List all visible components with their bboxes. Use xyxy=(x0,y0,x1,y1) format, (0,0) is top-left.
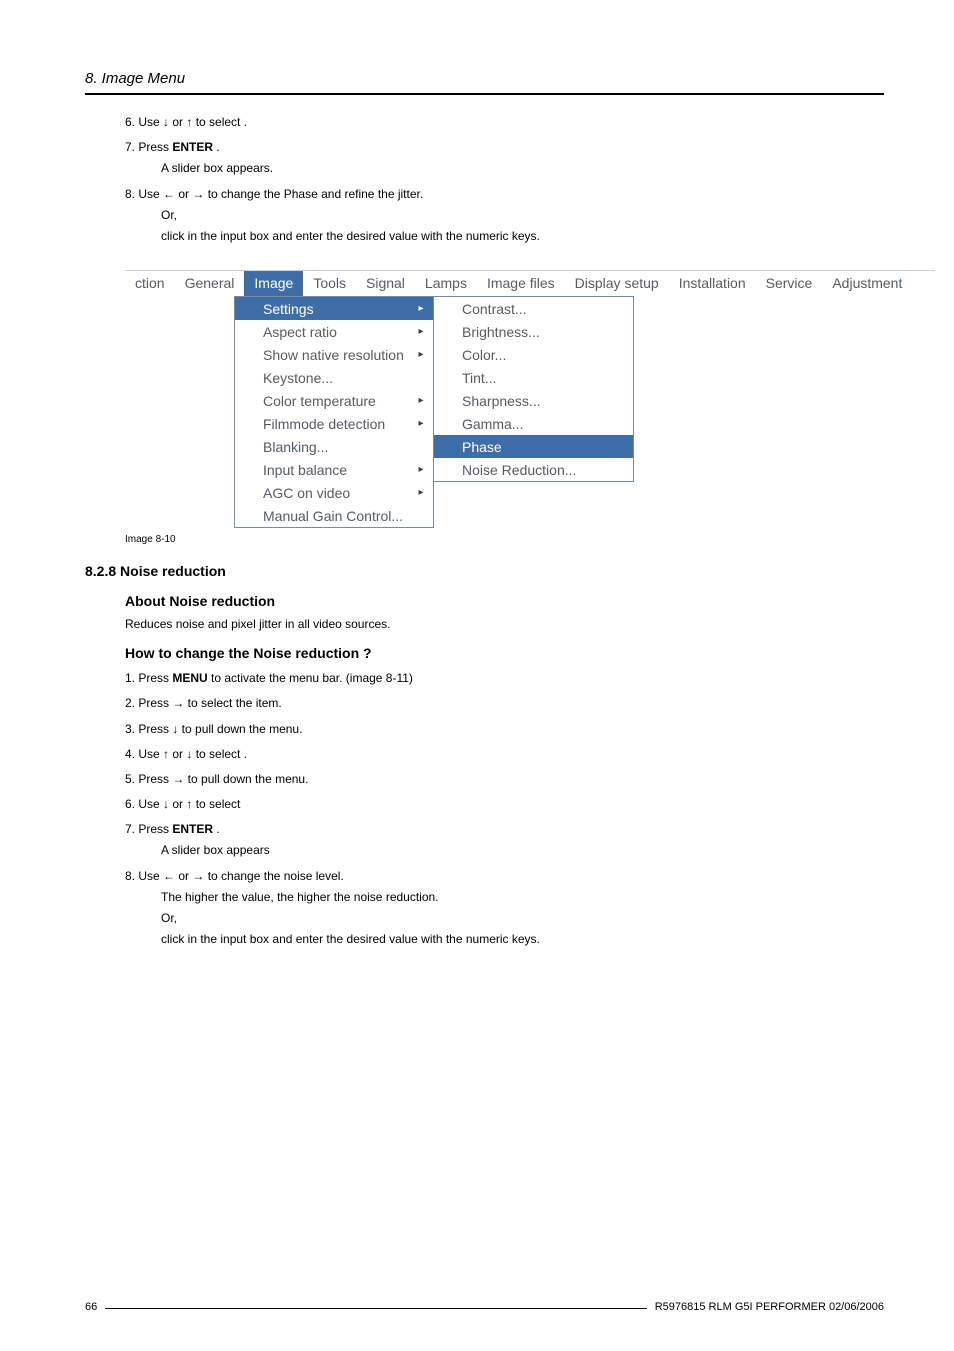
item-label: Show native resolution xyxy=(261,347,413,363)
item-label: Phase xyxy=(460,439,629,455)
dropdown-item[interactable]: Contrast... xyxy=(434,297,633,320)
item-label: Brightness... xyxy=(460,324,629,340)
menu-item[interactable]: Image files xyxy=(477,271,565,296)
submenu-arrow-icon: ▸ xyxy=(413,464,429,475)
step-b4: 4. Use ↑ or ↓ to select . xyxy=(125,745,884,764)
item-label: AGC on video xyxy=(261,485,413,501)
step-b1: 1. Press MENU to activate the menu bar. … xyxy=(125,669,884,688)
step-8: 8. Use ← or → to change the Phase and re… xyxy=(125,185,884,247)
steps-upper: 6. Use ↓ or ↑ to select . 7. Press ENTER… xyxy=(125,113,884,246)
image-caption: Image 8-10 xyxy=(85,534,884,545)
menu-item[interactable]: Display setup xyxy=(565,271,669,296)
dropdown-item[interactable]: Phase xyxy=(434,435,633,458)
item-label: Color temperature xyxy=(261,393,413,409)
dropdown-item[interactable]: Input balance▸ xyxy=(235,458,433,481)
dropdown-item[interactable]: Keystone... xyxy=(235,366,433,389)
page-number: 66 xyxy=(85,1301,105,1313)
submenu-arrow-icon: ▸ xyxy=(413,303,429,314)
dropdown-item[interactable]: Settings▸ xyxy=(235,297,433,320)
item-label: Tint... xyxy=(460,370,629,386)
dropdown-item[interactable]: Sharpness... xyxy=(434,389,633,412)
item-label: Keystone... xyxy=(261,370,429,386)
submenu-arrow-icon: ▸ xyxy=(413,395,429,406)
dropdown-settings: Contrast... Brightness... Color... Tint... S… xyxy=(434,296,634,482)
dropdown-item[interactable]: Tint... xyxy=(434,366,633,389)
menubar: ctionGeneralImageToolsSignalLampsImage f… xyxy=(125,270,935,296)
dropdown-item[interactable]: Brightness... xyxy=(434,320,633,343)
item-label: Contrast... xyxy=(460,301,629,317)
step-b3: 3. Press ↓ to pull down the menu. xyxy=(125,720,884,739)
menu-item[interactable]: Tools xyxy=(303,271,356,296)
about-heading: About Noise reduction xyxy=(125,593,884,609)
dropdown-item[interactable]: Color temperature▸ xyxy=(235,389,433,412)
about-text: Reduces noise and pixel jitter in all vi… xyxy=(125,617,884,631)
item-label: Input balance xyxy=(261,462,413,478)
step-b5: 5. Press → to pull down the menu. xyxy=(125,770,884,789)
dropdown-image: Settings▸Aspect ratio▸Show native resolu… xyxy=(234,296,434,528)
item-label: Color... xyxy=(460,347,629,363)
step-b8: 8. Use ← or → to change the noise level.… xyxy=(125,867,884,950)
item-label: Settings xyxy=(261,301,413,317)
step-b7: 7. Press ENTER . A slider box appears xyxy=(125,820,884,860)
menu-screenshot: ctionGeneralImageToolsSignalLampsImage f… xyxy=(125,270,935,528)
menu-item[interactable]: Adjustment xyxy=(822,271,912,296)
item-label: Filmmode detection xyxy=(261,416,413,432)
submenu-arrow-icon: ▸ xyxy=(413,349,429,360)
menu-item[interactable]: Installation xyxy=(669,271,756,296)
menu-item[interactable]: Image xyxy=(244,271,303,296)
footer-rule xyxy=(105,1308,646,1309)
menu-item[interactable]: ction xyxy=(125,271,175,296)
submenu-arrow-icon: ▸ xyxy=(413,487,429,498)
dropdown-item[interactable]: AGC on video▸ xyxy=(235,481,433,504)
step-7: 7. Press ENTER . A slider box appears. xyxy=(125,138,884,178)
submenu-arrow-icon: ▸ xyxy=(413,326,429,337)
section-header: 8. Image Menu xyxy=(85,60,884,87)
item-label: Sharpness... xyxy=(460,393,629,409)
item-label: Noise Reduction... xyxy=(460,462,629,478)
menu-item[interactable]: Lamps xyxy=(415,271,477,296)
item-label: Gamma... xyxy=(460,416,629,432)
dropdown-item[interactable]: Manual Gain Control... xyxy=(235,504,433,527)
dropdown-item[interactable]: Blanking... xyxy=(235,435,433,458)
heading-828: 8.2.8 Noise reduction xyxy=(85,563,884,579)
dropdown-item[interactable]: Color... xyxy=(434,343,633,366)
menu-item[interactable]: General xyxy=(175,271,245,296)
footer-right: R5976815 RLM G5I PERFORMER 02/06/2006 xyxy=(647,1301,884,1313)
item-label: Manual Gain Control... xyxy=(261,508,429,524)
step-6: 6. Use ↓ or ↑ to select . xyxy=(125,113,884,132)
item-label: Aspect ratio xyxy=(261,324,413,340)
dropdown-item[interactable]: Gamma... xyxy=(434,412,633,435)
menu-item[interactable]: Signal xyxy=(356,271,415,296)
menu-item[interactable]: Service xyxy=(756,271,823,296)
dropdown-item[interactable]: Noise Reduction... xyxy=(434,458,633,481)
item-label: Blanking... xyxy=(261,439,429,455)
header-rule xyxy=(85,93,884,95)
step-b6: 6. Use ↓ or ↑ to select xyxy=(125,795,884,814)
step-b2: 2. Press → to select the item. xyxy=(125,694,884,713)
dropdown-item[interactable]: Show native resolution▸ xyxy=(235,343,433,366)
dropdown-item[interactable]: Filmmode detection▸ xyxy=(235,412,433,435)
submenu-arrow-icon: ▸ xyxy=(413,418,429,429)
howto-heading: How to change the Noise reduction ? xyxy=(125,645,884,661)
steps-lower: 1. Press MENU to activate the menu bar. … xyxy=(125,669,884,949)
dropdown-item[interactable]: Aspect ratio▸ xyxy=(235,320,433,343)
page-footer: 66 R5976815 RLM G5I PERFORMER 02/06/2006 xyxy=(85,1301,884,1313)
